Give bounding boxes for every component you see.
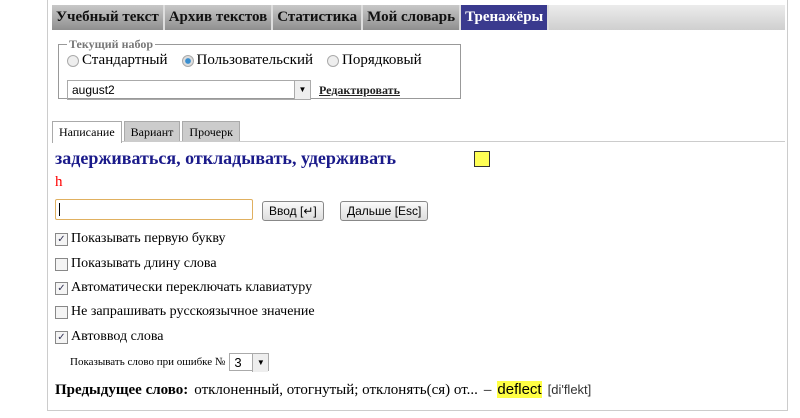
previous-english-word: deflect [497,381,542,398]
checkbox-checked-icon[interactable]: ✓ [55,330,68,344]
radio-icon[interactable] [67,54,79,67]
radio-label: Стандартный [82,52,168,68]
text-caret [59,203,60,216]
chevron-down-icon[interactable]: ▼ [252,354,269,372]
first-letter-hint: h [55,174,63,190]
checkbox-label: Показывать первую букву [71,231,226,246]
checkbox-label: Автоввод слова [71,329,164,344]
error-count-select[interactable]: 3 ▼ [229,353,270,372]
current-set-fieldset: Текущий набор Стандартный Пользовательск… [58,37,461,100]
answer-input[interactable] [55,199,253,220]
enter-button[interactable]: Ввод [↵] [262,201,324,221]
edit-link[interactable]: Редактировать [319,83,400,98]
radio-selected-icon[interactable] [181,54,194,67]
previous-word: Предыдущее слово: отклоненный, отогнутый… [55,381,591,399]
checkbox-icon[interactable] [55,305,68,319]
previous-word-label: Предыдущее слово: [55,382,189,398]
nav-study-text[interactable]: Учебный текст [52,5,165,30]
radio-icon[interactable] [327,54,340,67]
main-nav: Учебный текст Архив текстов Статистика М… [52,5,785,30]
error-count-row: Показывать слово при ошибке № 3 ▼ [70,353,270,372]
checkbox-label: Автоматически переключать клавиатуру [71,280,313,295]
nav-archive[interactable]: Архив текстов [164,5,274,30]
checkbox-icon[interactable] [55,257,68,271]
checkbox-show-first-letter[interactable]: ✓ Показывать первую букву [55,231,225,247]
mode-tabs: Написание Вариант Прочерк [52,121,785,143]
prompt-word: задерживаться, откладывать, удерживать [55,148,396,168]
previous-translation: отклоненный, отогнутый; отклонять(ся) от… [194,382,478,398]
nav-statistics[interactable]: Статистика [273,5,364,30]
checkbox-auto-keyboard[interactable]: ✓ Автоматически переключать клавиатуру [55,280,312,296]
checkbox-label: Не запрашивать русскоязычное значение [71,304,315,319]
error-count-value: 3 [234,355,242,370]
next-button[interactable]: Дальше [Esc] [340,201,429,221]
radio-standard[interactable]: Стандартный [67,52,168,69]
set-select-value: august2 [72,83,115,97]
tab-blank[interactable]: Прочерк [182,121,240,141]
checkbox-show-length[interactable]: Показывать длину слова [55,256,217,272]
nav-dictionary[interactable]: Мой словарь [363,5,462,30]
radio-label: Пользовательский [196,52,314,68]
tab-writing[interactable]: Написание [52,121,122,143]
chevron-down-icon[interactable]: ▼ [294,81,310,99]
radio-custom[interactable]: Пользовательский [181,52,314,69]
tab-variant[interactable]: Вариант [123,121,181,141]
transcription: [di'flekt] [547,382,592,397]
set-select[interactable]: august2 ▼ [67,80,311,100]
radio-ordinal[interactable]: Порядковый [327,52,422,69]
checkbox-label: Показывать длину слова [71,256,217,271]
checkbox-no-russian[interactable]: Не запрашивать русскоязычное значение [55,304,315,320]
dash: – [483,382,492,398]
error-count-label: Показывать слово при ошибке № [70,356,226,368]
marker-square-icon[interactable] [474,151,490,167]
nav-trainers[interactable]: Тренажёры [461,5,550,30]
current-set-legend: Текущий набор [69,37,154,51]
checkbox-checked-icon[interactable]: ✓ [55,232,68,246]
checkbox-checked-icon[interactable]: ✓ [55,281,68,295]
radio-label: Порядковый [342,52,422,68]
checkbox-autoinput[interactable]: ✓ Автоввод слова [55,329,164,345]
